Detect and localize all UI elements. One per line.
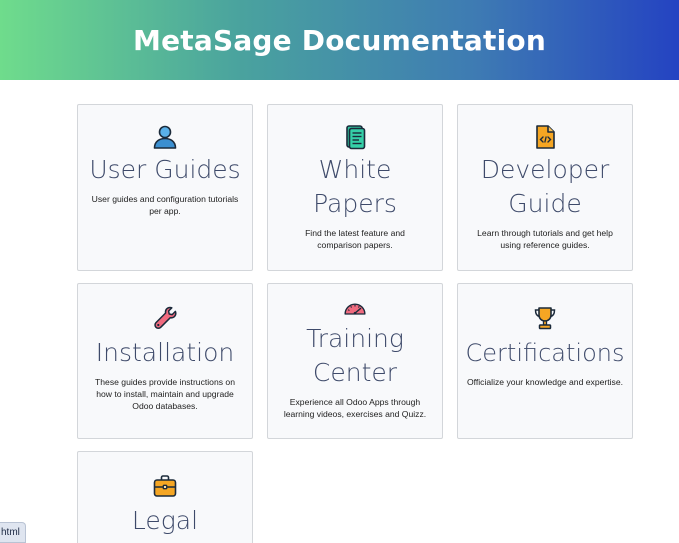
card-description: Experience all Odoo Apps through learnin… — [283, 397, 427, 419]
card-legal[interactable]: Legal — [77, 451, 253, 543]
card-certifications[interactable]: Certifications Officialize your knowledg… — [457, 283, 633, 439]
card-description: These guides provide instructions on how… — [95, 377, 235, 411]
card-training-center[interactable]: Training Center Experience all Odoo Apps… — [267, 283, 443, 439]
page-title: MetaSage Documentation — [133, 23, 546, 57]
card-title: Training Center — [306, 324, 404, 387]
page: MetaSage Documentation User Guides User … — [0, 0, 679, 543]
trophy-icon — [534, 307, 556, 330]
user-icon — [153, 125, 177, 149]
card-developer-guide[interactable]: Developer Guide Learn through tutorials … — [457, 104, 633, 271]
briefcase-icon — [153, 475, 177, 497]
card-title: Legal — [131, 506, 199, 535]
card-description: Learn through tutorials and get help usi… — [477, 228, 613, 250]
card-title: Certifications — [465, 339, 625, 367]
speedometer-icon — [344, 303, 366, 315]
card-title: User Guides — [89, 155, 241, 184]
html-badge[interactable]: html — [0, 522, 26, 543]
card-title: Installation — [95, 338, 235, 367]
card-title: Developer Guide — [480, 155, 610, 218]
header-banner: MetaSage Documentation — [0, 0, 679, 80]
card-description: Find the latest feature and comparison p… — [305, 228, 405, 250]
card-white-papers[interactable]: White Papers Find the latest feature and… — [267, 104, 443, 271]
card-description: User guides and configuration tutorials … — [91, 194, 239, 216]
card-installation[interactable]: Installation These guides provide instru… — [77, 283, 253, 439]
card-description: Officialize your knowledge and expertise… — [466, 377, 624, 387]
code-file-icon — [536, 125, 555, 149]
document-icon — [346, 125, 366, 150]
wrench-icon — [154, 306, 177, 330]
card-title: White Papers — [313, 155, 397, 218]
card-user-guides[interactable]: User Guides User guides and configuratio… — [77, 104, 253, 271]
